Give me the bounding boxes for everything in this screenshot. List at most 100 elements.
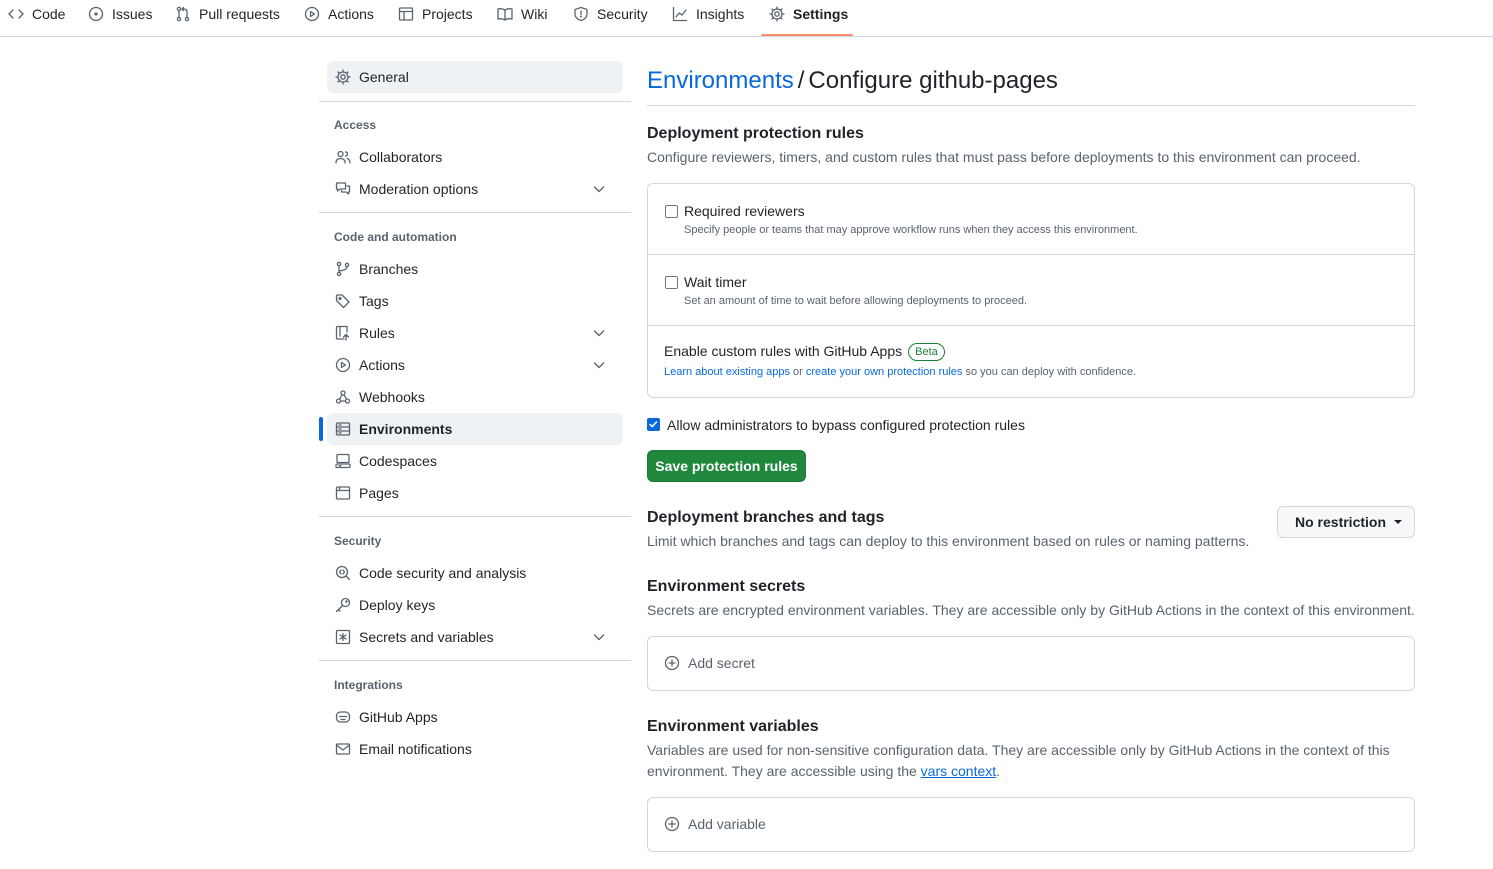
add-secret-button[interactable]: Add secret (664, 655, 755, 671)
wait-timer-checkbox[interactable] (665, 276, 678, 289)
sidebar-item-branches[interactable]: Branches (327, 253, 623, 285)
key-icon (335, 597, 351, 613)
nav-tab-wiki-label: Wiki (521, 5, 548, 22)
add-secret-label: Add secret (688, 655, 755, 671)
custom-rules-label-wrap: Enable custom rules with GitHub Apps Beta (664, 343, 945, 361)
rule-required-reviewers: Required reviewers Specify people or tea… (648, 184, 1414, 255)
issue-opened-icon (88, 6, 104, 21)
shield-icon (574, 6, 588, 21)
environment-secrets-title: Environment secrets (647, 578, 806, 595)
chevron-down-icon (593, 634, 605, 641)
create-protection-rules-link[interactable]: create your own protection rules (806, 366, 963, 378)
sidebar-divider (319, 212, 631, 213)
play-icon (335, 357, 351, 373)
nav-tab-settings-label: Settings (793, 5, 849, 22)
sidebar-item-code-security[interactable]: Code security and analysis (327, 557, 623, 589)
sidebar-heading-integrations: Integrations (334, 678, 403, 692)
save-protection-rules-button[interactable]: Save protection rules (647, 450, 806, 482)
branch-restriction-select[interactable]: No restriction (1277, 506, 1415, 538)
sidebar-item-tags-label: Tags (359, 293, 389, 309)
nav-tab-projects[interactable]: Projects (398, 0, 473, 27)
custom-rules-label: Enable custom rules with GitHub Apps (664, 343, 903, 359)
sidebar-item-email-notifications[interactable]: Email notifications (327, 733, 623, 765)
nav-tab-pull-requests-label: Pull requests (199, 5, 280, 22)
bypass-rules-checkbox[interactable] (647, 418, 660, 431)
sidebar-item-secrets-variables[interactable]: Secrets and variables (327, 621, 623, 653)
sidebar-heading-code-automation: Code and automation (334, 230, 457, 244)
nav-tab-security[interactable]: Security (573, 0, 648, 27)
nav-tab-issues[interactable]: Issues (88, 0, 152, 27)
code-icon (8, 8, 24, 19)
sidebar-item-webhooks-label: Webhooks (359, 389, 425, 405)
variables-box: Add variable (647, 797, 1415, 852)
browser-icon (335, 486, 351, 500)
sidebar-heading-access: Access (334, 118, 377, 132)
protection-rules-desc: Configure reviewers, timers, and custom … (647, 149, 1361, 165)
protection-rules-title: Deployment protection rules (647, 125, 864, 142)
sidebar-item-code-security-label: Code security and analysis (359, 565, 527, 581)
protection-rules-box: Required reviewers Specify people or tea… (647, 183, 1415, 398)
sidebar-item-codespaces-label: Codespaces (359, 453, 437, 469)
chevron-down-icon (593, 186, 605, 193)
nav-tab-issues-label: Issues (112, 5, 153, 22)
mail-icon (335, 743, 351, 755)
deployment-branches-desc: Limit which branches and tags can deploy… (647, 533, 1250, 549)
sidebar-item-actions[interactable]: Actions (327, 349, 623, 381)
book-icon (497, 7, 513, 21)
sidebar-item-secrets-variables-label: Secrets and variables (359, 629, 494, 645)
sidebar-item-general[interactable]: General (327, 61, 623, 93)
nav-tab-insights[interactable]: Insights (672, 0, 744, 27)
add-variable-button[interactable]: Add variable (664, 816, 766, 832)
custom-rules-desc: Learn about existing apps or create your… (664, 366, 1136, 378)
rule-wait-timer: Wait timer Set an amount of time to wait… (648, 255, 1414, 326)
required-reviewers-checkbox[interactable] (665, 205, 678, 218)
active-tab-underline (761, 34, 853, 36)
table-icon (398, 6, 414, 21)
required-reviewers-label: Required reviewers (684, 203, 805, 219)
sidebar-item-moderation-options[interactable]: Moderation options (327, 173, 623, 205)
people-icon (335, 150, 351, 164)
add-variable-label: Add variable (688, 816, 766, 832)
git-pull-request-icon (176, 6, 190, 21)
sidebar-item-collaborators-label: Collaborators (359, 149, 443, 165)
gear-icon (335, 69, 351, 85)
sidebar-item-collaborators[interactable]: Collaborators (327, 141, 623, 173)
sidebar-item-codespaces[interactable]: Codespaces (327, 445, 623, 477)
sidebar-divider (319, 660, 631, 661)
triangle-down-icon (1394, 520, 1403, 524)
sidebar-divider (319, 101, 631, 102)
codespaces-icon (335, 453, 351, 469)
nav-tab-code[interactable]: Code (8, 0, 65, 27)
nav-tab-pull-requests[interactable]: Pull requests (175, 0, 280, 27)
plus-circle-icon (664, 816, 680, 832)
sidebar-item-tags[interactable]: Tags (327, 285, 623, 317)
vars-context-link[interactable]: vars context (921, 763, 996, 779)
graph-icon (672, 6, 688, 21)
nav-tab-actions[interactable]: Actions (304, 0, 374, 27)
sidebar-item-pages[interactable]: Pages (327, 477, 623, 509)
wait-timer-label: Wait timer (684, 274, 747, 290)
sidebar-item-rules[interactable]: Rules (327, 317, 623, 349)
custom-rules-or: or (789, 366, 806, 378)
nav-tab-wiki[interactable]: Wiki (497, 0, 547, 27)
deployment-branches-title: Deployment branches and tags (647, 509, 885, 526)
nav-tab-projects-label: Projects (422, 5, 473, 22)
sidebar-item-webhooks[interactable]: Webhooks (327, 381, 623, 413)
sidebar-item-deploy-keys[interactable]: Deploy keys (327, 589, 623, 621)
chevron-down-icon (593, 330, 605, 337)
sidebar-item-environments[interactable]: Environments (327, 413, 623, 445)
nav-tab-settings[interactable]: Settings (769, 0, 848, 27)
learn-existing-apps-link[interactable]: Learn about existing apps (664, 366, 790, 378)
secrets-box: Add secret (647, 636, 1415, 691)
codescan-icon (335, 565, 351, 581)
variables-desc-end: . (996, 763, 1001, 779)
sidebar-item-general-label: General (359, 69, 409, 85)
server-icon (335, 422, 351, 436)
comment-discussion-icon (335, 182, 351, 195)
variables-desc-text: Variables are used for non-sensitive con… (647, 742, 1390, 779)
wait-timer-desc: Set an amount of time to wait before all… (684, 295, 1028, 307)
breadcrumb-environments-link[interactable]: Environments (647, 67, 794, 94)
sidebar-item-github-apps[interactable]: GitHub Apps (327, 701, 623, 733)
sidebar-item-rules-label: Rules (359, 325, 395, 341)
nav-tab-code-label: Code (32, 5, 66, 22)
